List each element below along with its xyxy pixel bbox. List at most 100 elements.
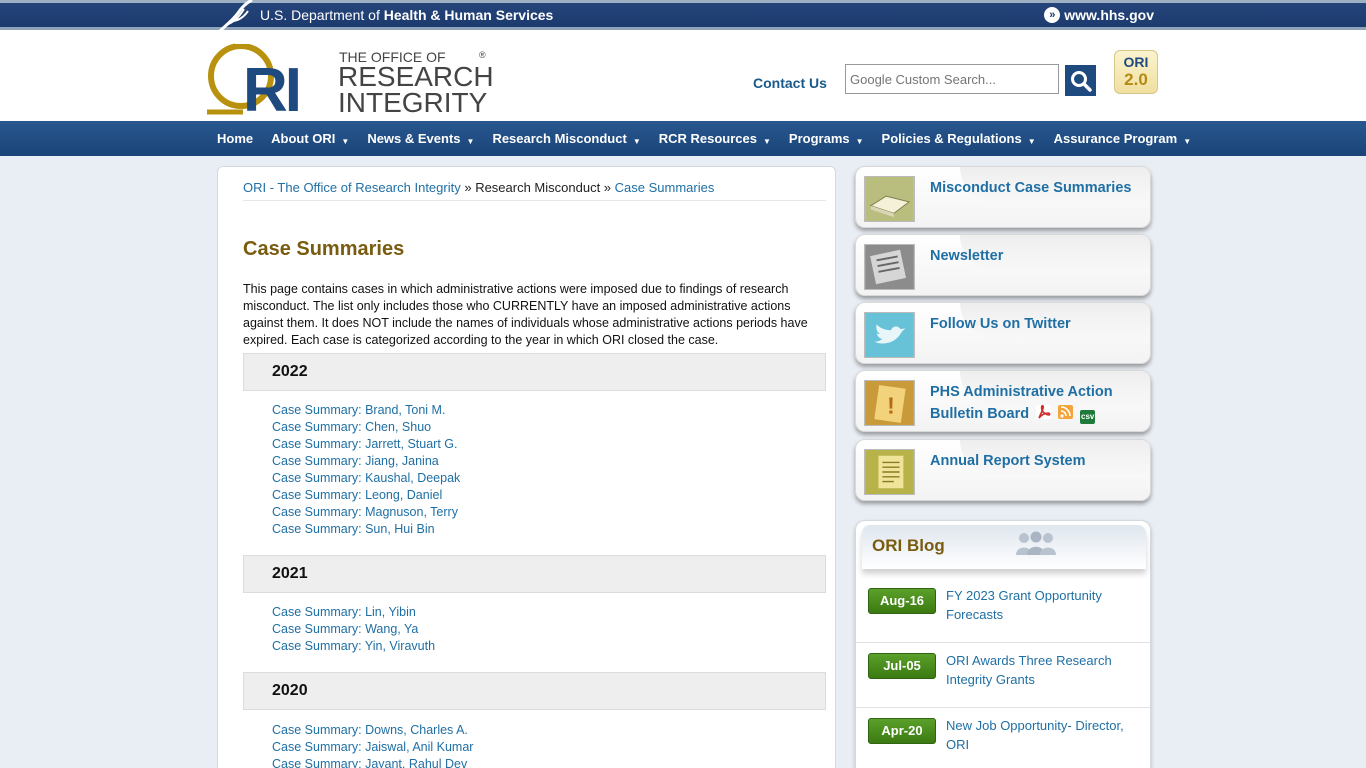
case-link[interactable]: Case Summary: Jarrett, Stuart G.: [272, 437, 457, 451]
svg-text:RI: RI: [243, 56, 299, 116]
case-link[interactable]: Case Summary: Sun, Hui Bin: [272, 522, 435, 536]
ori-2-0-badge[interactable]: ORI 2.0: [1114, 50, 1158, 94]
blog-date: Aug-16: [868, 588, 936, 614]
book-icon: [864, 176, 915, 222]
breadcrumb-research-misconduct: Research Misconduct: [475, 180, 601, 195]
blog-date: Jul-05: [868, 653, 936, 679]
hhs-department-link[interactable]: U.S. Department of Health & Human Servic…: [216, 0, 554, 33]
nav-label: About ORI: [271, 131, 336, 146]
contact-us-link[interactable]: Contact Us: [753, 75, 827, 91]
search-input[interactable]: [845, 64, 1059, 94]
nav-label: Home: [217, 131, 254, 146]
list-item: Case Summary: Downs, Charles A.: [272, 722, 473, 739]
sidebar-card-annual-report[interactable]: Annual Report System: [855, 439, 1151, 501]
svg-text:!: !: [887, 393, 895, 419]
nav-label: News & Events: [367, 131, 461, 146]
twitter-icon: [864, 312, 915, 358]
caret-down-icon: ▼: [855, 137, 864, 146]
nav-news-events[interactable]: News & Events ▼: [358, 121, 483, 156]
case-link[interactable]: Case Summary: Wang, Ya: [272, 622, 418, 636]
blog-link[interactable]: ORI Awards Three Research Integrity Gran…: [946, 651, 1136, 689]
case-link[interactable]: Case Summary: Jaiswal, Anil Kumar: [272, 740, 473, 754]
caret-down-icon: ▼: [341, 137, 350, 146]
card-label: Newsletter: [930, 248, 1004, 264]
csv-icon[interactable]: csv: [1080, 410, 1096, 424]
blog-title: ORI Blog: [872, 536, 945, 555]
report-icon: [864, 449, 915, 495]
caret-down-icon: ▼: [466, 137, 475, 146]
card-label: Follow Us on Twitter: [930, 316, 1071, 332]
site-header: RI THE OFFICE OF RESEARCH INTEGRITY ® Co…: [0, 30, 1366, 121]
double-arrow-icon: »: [1044, 7, 1061, 23]
nav-programs[interactable]: Programs ▼: [780, 121, 873, 156]
hhs-site-label: www.hhs.gov: [1064, 7, 1154, 23]
nav-assurance-program[interactable]: Assurance Program ▼: [1045, 121, 1200, 156]
hhs-dept-prefix: U.S. Department of: [260, 7, 384, 23]
case-link[interactable]: Case Summary: Downs, Charles A.: [272, 723, 468, 737]
blog-link[interactable]: New Job Opportunity- Director, ORI: [946, 716, 1136, 754]
nav-home[interactable]: Home: [208, 121, 262, 156]
sidebar-card-phs-bulletin[interactable]: ! PHS Administrative Action Bulletin Boa…: [855, 370, 1151, 432]
search-icon: [1070, 70, 1092, 92]
sidebar-card-newsletter[interactable]: Newsletter: [855, 234, 1151, 296]
year-heading-2022: 2022: [243, 353, 826, 391]
sidebar-card-misconduct-case-summaries[interactable]: Misconduct Case Summaries: [855, 166, 1151, 228]
svg-text:®: ®: [479, 50, 486, 60]
list-item: Case Summary: Sun, Hui Bin: [272, 521, 460, 538]
case-link[interactable]: Case Summary: Kaushal, Deepak: [272, 471, 460, 485]
badge-bottom: 2.0: [1124, 70, 1148, 89]
newsletter-icon: [864, 244, 915, 290]
caret-down-icon: ▼: [632, 137, 641, 146]
card-label: Misconduct Case Summaries: [930, 180, 1132, 196]
case-link[interactable]: Case Summary: Magnuson, Terry: [272, 505, 458, 519]
breadcrumb-separator: »: [460, 180, 476, 195]
hhs-site-link[interactable]: » www.hhs.gov: [1044, 0, 1154, 30]
case-list-2020: Case Summary: Downs, Charles A. Case Sum…: [272, 722, 473, 768]
bulletin-icon: !: [864, 380, 915, 426]
pdf-icon[interactable]: [1036, 404, 1052, 419]
list-item: Case Summary: Yin, Viravuth: [272, 638, 435, 655]
list-item: Case Summary: Kaushal, Deepak: [272, 470, 460, 487]
nav-rcr-resources[interactable]: RCR Resources ▼: [650, 121, 780, 156]
case-link[interactable]: Case Summary: Jayant, Rahul Dev: [272, 757, 467, 768]
case-link[interactable]: Case Summary: Leong, Daniel: [272, 488, 442, 502]
blog-date: Apr-20: [868, 718, 936, 744]
case-link[interactable]: Case Summary: Brand, Toni M.: [272, 403, 445, 417]
nav-research-misconduct[interactable]: Research Misconduct ▼: [483, 121, 649, 156]
blog-item: Aug-16 FY 2023 Grant Opportunity Forecas…: [856, 578, 1150, 643]
content-panel: ORI - The Office of Research Integrity »…: [217, 166, 836, 768]
nav-label: Programs: [788, 131, 850, 146]
blog-link[interactable]: FY 2023 Grant Opportunity Forecasts: [946, 586, 1136, 624]
case-list-2021: Case Summary: Lin, Yibin Case Summary: W…: [272, 604, 435, 655]
case-link[interactable]: Case Summary: Lin, Yibin: [272, 605, 416, 619]
case-link[interactable]: Case Summary: Chen, Shuo: [272, 420, 431, 434]
nav-label: Assurance Program: [1053, 131, 1178, 146]
list-item: Case Summary: Leong, Daniel: [272, 487, 460, 504]
nav-label: Research Misconduct: [492, 131, 627, 146]
breadcrumb: ORI - The Office of Research Integrity »…: [243, 180, 826, 201]
caret-down-icon: ▼: [1183, 137, 1192, 146]
case-link[interactable]: Case Summary: Yin, Viravuth: [272, 639, 435, 653]
search-button[interactable]: [1065, 65, 1096, 96]
ori-blog-panel: ORI Blog Aug-16 FY 2023 Grant Opportunit…: [855, 520, 1151, 768]
card-label-line1: PHS Administrative Action: [930, 384, 1113, 400]
nav-label: Policies & Regulations: [881, 131, 1022, 146]
hhs-dept-name: Health & Human Services: [383, 7, 554, 23]
list-item: Case Summary: Jarrett, Stuart G.: [272, 436, 460, 453]
blog-item: Apr-20 New Job Opportunity- Director, OR…: [856, 708, 1150, 768]
ori-logo[interactable]: RI THE OFFICE OF RESEARCH INTEGRITY ®: [207, 36, 497, 116]
caret-down-icon: ▼: [763, 137, 771, 146]
case-link[interactable]: Case Summary: Jiang, Janina: [272, 454, 439, 468]
rss-icon[interactable]: [1058, 405, 1074, 419]
breadcrumb-separator: »: [600, 180, 615, 195]
list-item: Case Summary: Jayant, Rahul Dev: [272, 756, 473, 768]
list-item: Case Summary: Brand, Toni M.: [272, 402, 460, 419]
nav-policies-regulations[interactable]: Policies & Regulations ▼: [873, 121, 1045, 156]
breadcrumb-current[interactable]: Case Summaries: [615, 180, 715, 195]
breadcrumb-home[interactable]: ORI - The Office of Research Integrity: [243, 180, 461, 195]
blog-header: ORI Blog: [862, 525, 1146, 569]
main-nav: Home About ORI ▼ News & Events ▼ Research …: [0, 121, 1366, 156]
sidebar-card-twitter[interactable]: Follow Us on Twitter: [855, 302, 1151, 364]
page-title: Case Summaries: [243, 238, 405, 260]
nav-about-ori[interactable]: About ORI ▼: [262, 121, 358, 156]
